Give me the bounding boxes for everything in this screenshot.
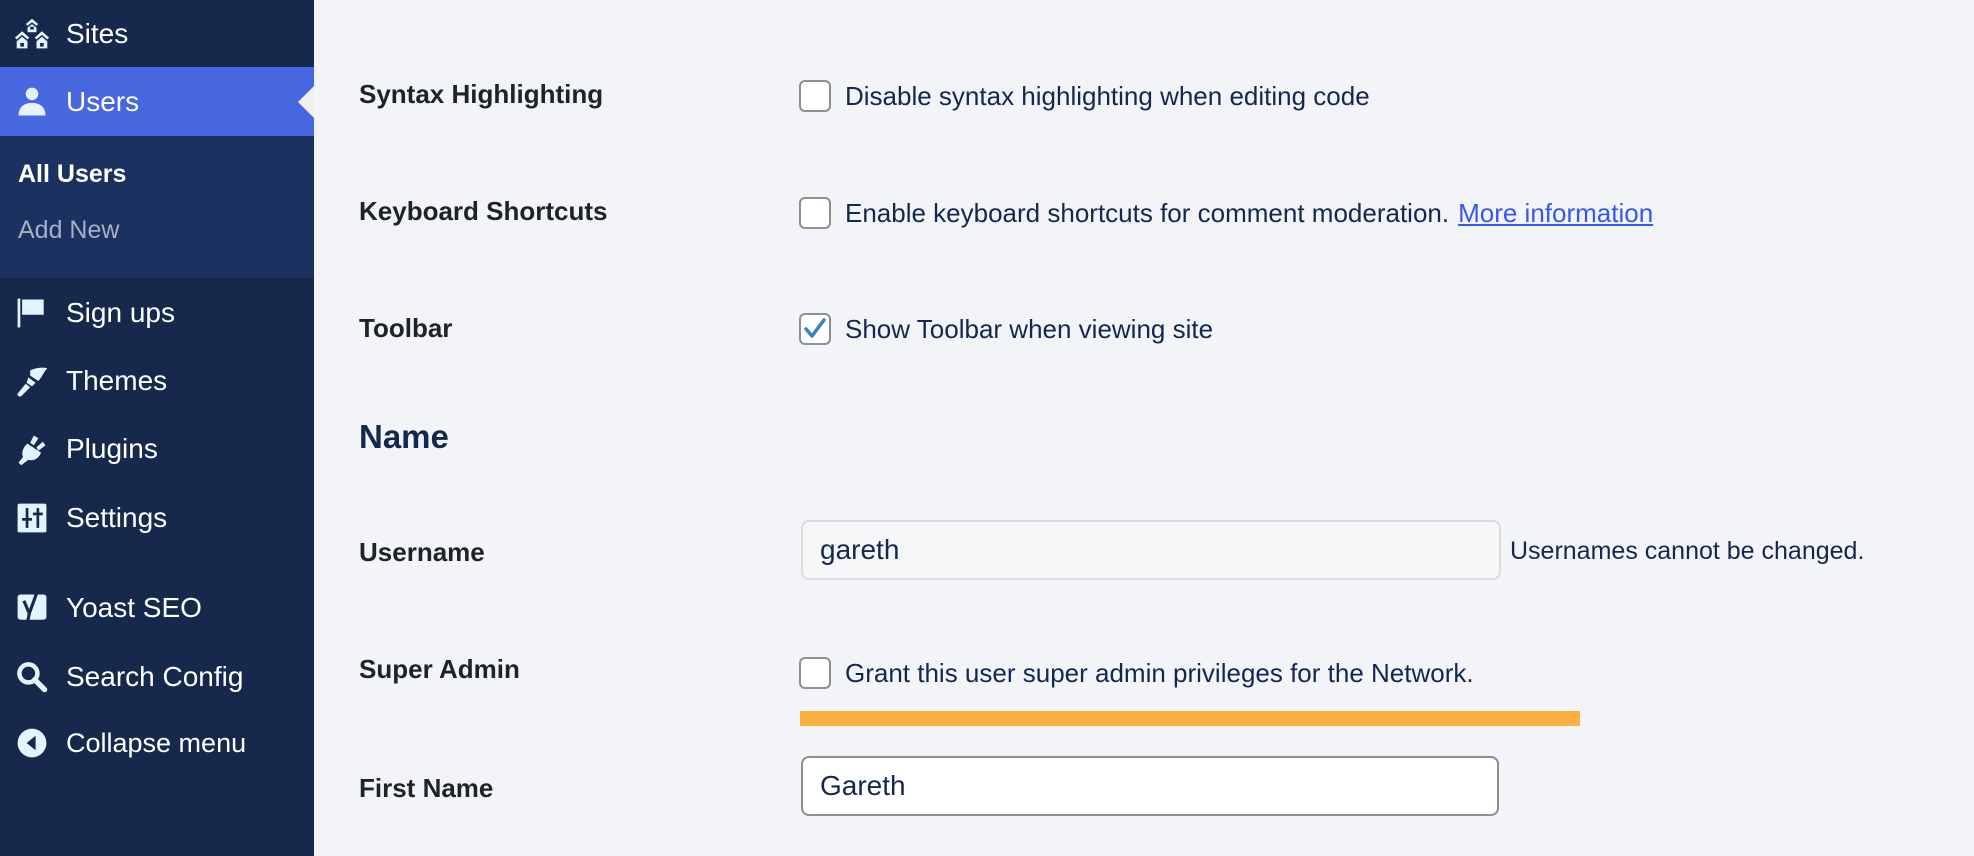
super-admin-label: Super Admin — [359, 654, 520, 684]
first-name-label: First Name — [359, 773, 494, 803]
plug-icon — [12, 429, 52, 469]
admin-sidebar: Sites Users All Users Add New Sign ups T… — [0, 0, 314, 856]
highlight-bar — [800, 711, 1580, 726]
search-icon — [12, 657, 52, 697]
submenu-item-add-new[interactable]: Add New — [18, 216, 119, 245]
paintbrush-icon — [12, 361, 52, 401]
user-icon — [12, 82, 52, 122]
profile-form: Syntax Highlighting Disable syntax highl… — [314, 0, 1974, 856]
sidebar-item-plugins[interactable]: Plugins — [0, 422, 314, 476]
toolbar-field: Show Toolbar when viewing site — [799, 313, 1213, 345]
collapse-menu-button[interactable]: Collapse menu — [0, 716, 314, 770]
syntax-highlighting-field: Disable syntax highlighting when editing… — [799, 80, 1370, 112]
toolbar-checkbox[interactable] — [799, 313, 831, 345]
sidebar-item-label: Settings — [66, 502, 168, 533]
sidebar-item-label: Users — [66, 85, 140, 117]
super-admin-checkbox[interactable] — [799, 657, 831, 689]
sidebar-item-label: Yoast SEO — [66, 592, 202, 623]
sidebar-item-label: Themes — [66, 365, 168, 396]
toolbar-option[interactable]: Show Toolbar when viewing site — [845, 314, 1213, 345]
super-admin-option[interactable]: Grant this user super admin privileges f… — [845, 658, 1474, 689]
sites-icon — [12, 14, 52, 54]
keyboard-shortcuts-option[interactable]: Enable keyboard shortcuts for comment mo… — [845, 198, 1449, 229]
active-indicator — [298, 85, 314, 118]
keyboard-shortcuts-field: Enable keyboard shortcuts for comment mo… — [799, 197, 1653, 229]
super-admin-field: Grant this user super admin privileges f… — [799, 657, 1474, 689]
flag-icon — [12, 293, 52, 333]
sidebar-item-users[interactable]: Users — [0, 67, 314, 136]
sidebar-item-label: Collapse menu — [66, 727, 247, 758]
sliders-icon — [12, 498, 52, 538]
sidebar-item-sites[interactable]: Sites — [0, 0, 314, 67]
syntax-highlighting-label: Syntax Highlighting — [359, 79, 604, 109]
sidebar-item-label: Sign ups — [66, 297, 175, 328]
first-name-input[interactable]: Gareth — [801, 756, 1499, 816]
username-description: Usernames cannot be changed. — [1510, 537, 1865, 565]
toolbar-label: Toolbar — [359, 313, 453, 343]
yoast-icon — [12, 588, 52, 628]
sidebar-item-search-config[interactable]: Search Config — [0, 650, 314, 704]
sidebar-item-sign-ups[interactable]: Sign ups — [0, 286, 314, 340]
submenu-item-all-users[interactable]: All Users — [18, 160, 126, 189]
sidebar-item-label: Sites — [66, 17, 129, 49]
keyboard-shortcuts-label: Keyboard Shortcuts — [359, 196, 608, 226]
keyboard-shortcuts-checkbox[interactable] — [799, 197, 831, 229]
sidebar-item-settings[interactable]: Settings — [0, 491, 314, 545]
syntax-highlighting-checkbox[interactable] — [799, 80, 831, 112]
collapse-arrow-icon — [12, 723, 52, 763]
syntax-highlighting-option[interactable]: Disable syntax highlighting when editing… — [845, 81, 1370, 112]
users-submenu: All Users Add New — [0, 136, 314, 278]
checkmark-icon — [804, 318, 826, 338]
username-input: gareth — [801, 520, 1501, 580]
username-label: Username — [359, 537, 485, 567]
sidebar-item-label: Plugins — [66, 433, 158, 464]
sidebar-item-yoast-seo[interactable]: Yoast SEO — [0, 581, 314, 635]
more-information-link[interactable]: More information — [1458, 198, 1653, 229]
sidebar-item-label: Search Config — [66, 661, 244, 692]
sidebar-item-themes[interactable]: Themes — [0, 354, 314, 408]
name-section-heading: Name — [359, 418, 449, 455]
